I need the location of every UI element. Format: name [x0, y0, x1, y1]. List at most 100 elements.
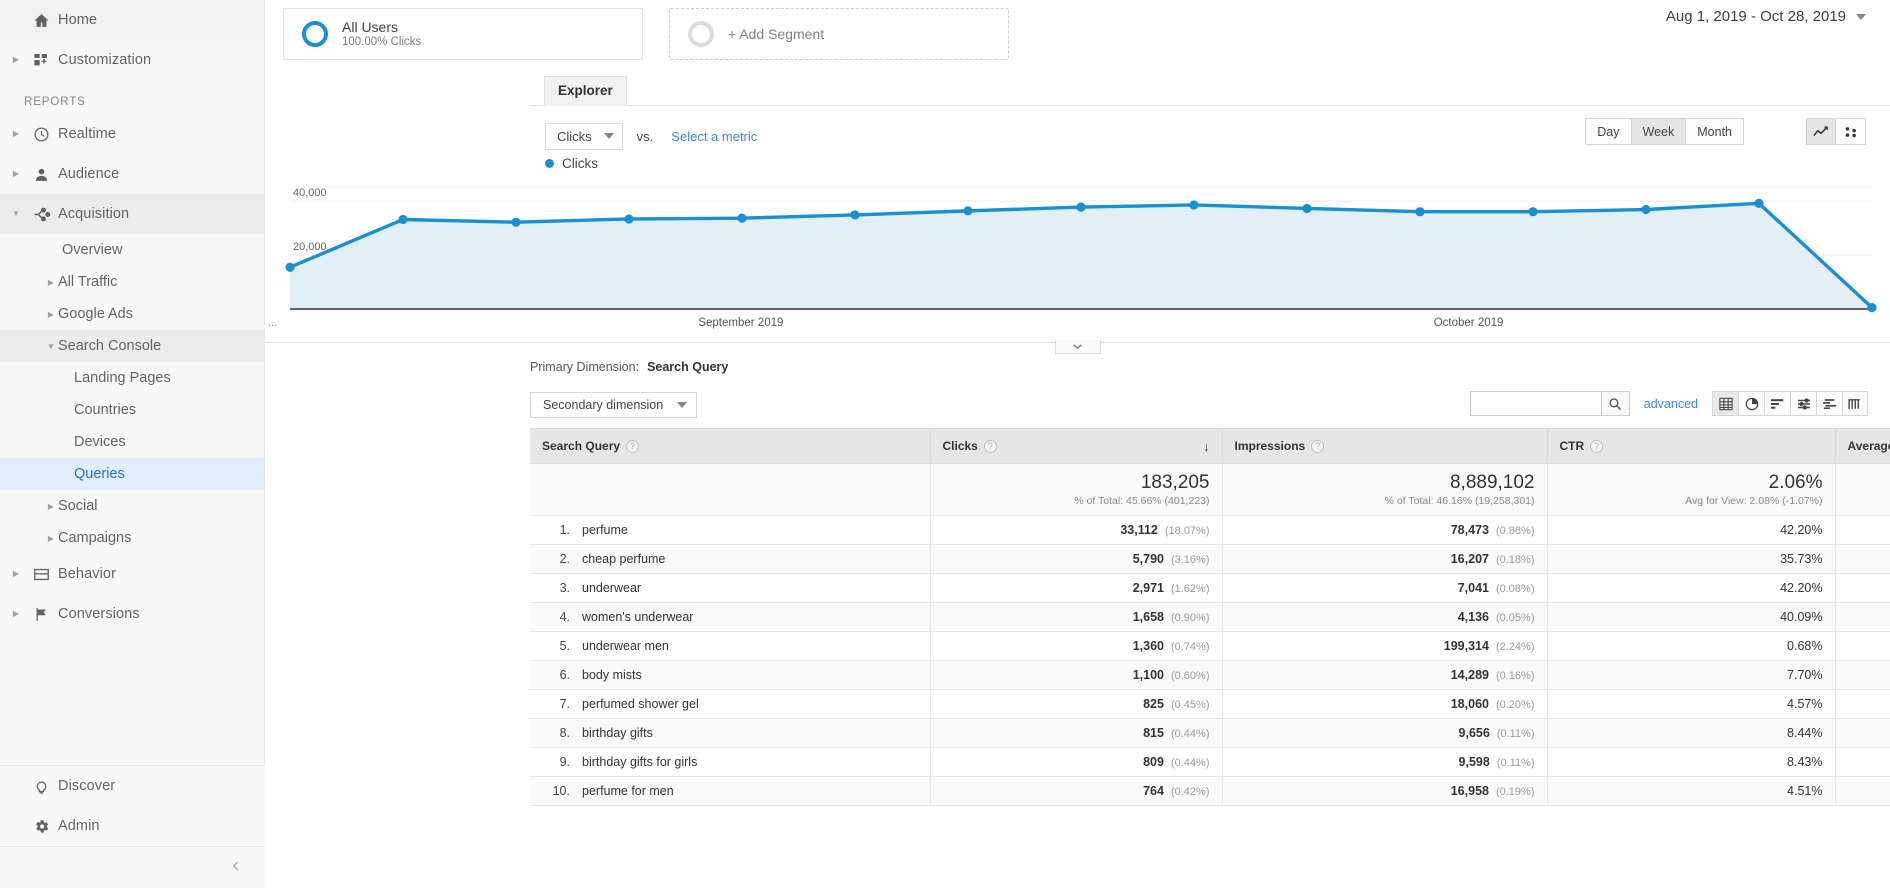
help-icon[interactable]: ?: [983, 439, 997, 453]
column-header-impressions[interactable]: Impressions ?: [1222, 428, 1548, 464]
query-link[interactable]: perfume: [582, 523, 628, 537]
sidebar-item-devices[interactable]: Devices: [0, 426, 264, 458]
tab-explorer[interactable]: Explorer: [544, 76, 627, 106]
sidebar-item-google-ads[interactable]: ▶ Google Ads: [0, 298, 264, 330]
sidebar-item-discover[interactable]: Discover: [0, 766, 265, 806]
table-row[interactable]: 9. birthday gifts for girls 809 (0.44%) 9,59…: [530, 747, 1890, 777]
table-row[interactable]: 5. underwear men 1,360 (0.74%) 199,314 (2.24%…: [530, 631, 1890, 661]
cell-ctr: 8.43%: [1547, 747, 1836, 777]
sidebar-item-acquisition[interactable]: ▼ Acquisition: [0, 194, 264, 234]
column-header-clicks[interactable]: Clicks ? ↓: [930, 428, 1223, 464]
sidebar-item-conversions[interactable]: ▶ Conversions: [0, 594, 264, 634]
chevron-right-icon: ▶: [12, 569, 20, 578]
value: 7,041: [1457, 581, 1489, 595]
sidebar-item-all-traffic[interactable]: ▶ All Traffic: [0, 266, 264, 298]
query-link[interactable]: perfumed shower gel: [582, 697, 699, 711]
pie-view-icon[interactable]: [1738, 391, 1764, 416]
column-header-search-query[interactable]: Search Query ?: [530, 428, 931, 464]
advanced-link[interactable]: advanced: [1644, 397, 1698, 411]
help-icon[interactable]: ?: [1311, 439, 1325, 453]
sidebar-item-countries[interactable]: Countries: [0, 394, 264, 426]
table-row[interactable]: 3. underwear 2,971 (1.62%) 7,041 (0.08%) 42.20…: [530, 573, 1890, 603]
query-link[interactable]: women's underwear: [582, 610, 693, 624]
table-row[interactable]: 10. perfume for men 764 (0.42%) 16,958 (0.19%…: [530, 776, 1890, 806]
granularity-day[interactable]: Day: [1585, 118, 1631, 145]
cell-impressions: 9,598 (0.11%): [1222, 747, 1548, 777]
table-row[interactable]: 6. body mists 1,100 (0.60%) 14,289 (0.16%) 7.7…: [530, 660, 1890, 690]
metric-select[interactable]: Clicks: [545, 122, 623, 150]
sidebar-collapse-button[interactable]: [0, 846, 265, 888]
sidebar-item-search-console[interactable]: ▼ Search Console: [0, 330, 264, 362]
cell-ctr: 35.73%: [1547, 544, 1836, 574]
sidebar-item-realtime[interactable]: ▶ Realtime: [0, 114, 264, 154]
line-chart-icon[interactable]: [1806, 118, 1836, 145]
sidebar-item-customization[interactable]: ▶ Customization: [0, 40, 264, 80]
table-row[interactable]: 8. birthday gifts 815 (0.44%) 9,656 (0.11%) 8.…: [530, 718, 1890, 748]
table-row[interactable]: 4. women's underwear 1,658 (0.90%) 4,136 (0.0…: [530, 602, 1890, 632]
sidebar-item-label: Acquisition: [58, 206, 130, 222]
summary-ctr-value: 2.06%: [1768, 471, 1823, 493]
search-icon[interactable]: [1600, 392, 1629, 415]
cell-average-position: 3.9: [1835, 776, 1890, 806]
pivot-view-icon[interactable]: [1842, 391, 1868, 416]
sidebar-item-overview[interactable]: Overview: [0, 234, 264, 266]
sidebar-item-admin[interactable]: Admin: [0, 806, 265, 846]
add-segment-button[interactable]: + Add Segment: [669, 8, 1009, 60]
table-row[interactable]: 1. perfume 33,112 (18.07%) 78,473 (0.88%) 42.2…: [530, 515, 1890, 545]
value-percent: (0.11%): [1496, 728, 1535, 740]
query-link[interactable]: perfume for men: [582, 784, 674, 798]
sidebar-item-label: Home: [58, 12, 98, 28]
cell-ctr: 0.68%: [1547, 631, 1836, 661]
chart-expand-handle[interactable]: [1054, 340, 1101, 354]
query-link[interactable]: cheap perfume: [582, 552, 665, 566]
cell-impressions: 4,136 (0.05%): [1222, 602, 1548, 632]
help-icon[interactable]: ?: [1590, 439, 1604, 453]
sidebar-item-campaigns[interactable]: ▶ Campaigns: [0, 522, 264, 554]
column-header-ctr[interactable]: CTR ?: [1547, 428, 1836, 464]
value: 4,136: [1457, 610, 1489, 624]
sidebar-item-queries[interactable]: Queries: [0, 458, 264, 490]
sidebar-item-social[interactable]: ▶ Social: [0, 490, 264, 522]
cell-search-query: 4. women's underwear: [530, 602, 931, 632]
table-row[interactable]: 2. cheap perfume 5,790 (3.16%) 16,207 (0.18%)…: [530, 544, 1890, 574]
cell-clicks: 1,658 (0.90%): [930, 602, 1223, 632]
date-range-picker[interactable]: Aug 1, 2019 - Oct 28, 2019: [1666, 8, 1866, 25]
row-index: 3.: [559, 581, 570, 595]
query-link[interactable]: birthday gifts: [582, 726, 653, 740]
sidebar-item-landing-pages[interactable]: Landing Pages: [0, 362, 264, 394]
clicks-area-chart[interactable]: 20,000 40,000 September 2019 October 2019..…: [265, 177, 1890, 354]
sidebar-item-home[interactable]: Home: [0, 0, 264, 40]
granularity-month[interactable]: Month: [1685, 118, 1744, 145]
performance-view-icon[interactable]: [1764, 391, 1790, 416]
secondary-dimension-button[interactable]: Secondary dimension: [530, 392, 698, 418]
gear-icon: [24, 818, 58, 835]
cell-clicks: 764 (0.42%): [930, 776, 1223, 806]
sidebar-item-behavior[interactable]: ▶ Behavior: [0, 554, 264, 594]
search-input[interactable]: [1470, 392, 1601, 415]
query-link[interactable]: birthday gifts for girls: [582, 755, 697, 769]
term-cloud-icon[interactable]: [1816, 391, 1842, 416]
value: 78,473: [1450, 523, 1489, 537]
query-link[interactable]: underwear: [582, 581, 641, 595]
granularity-week[interactable]: Week: [1630, 118, 1686, 145]
sidebar-item-label: Discover: [58, 778, 116, 794]
comparison-view-icon[interactable]: [1790, 391, 1816, 416]
query-link[interactable]: body mists: [582, 668, 642, 682]
cell-ctr: 7.70%: [1547, 660, 1836, 690]
segment-all-users[interactable]: All Users 100.00% Clicks: [283, 8, 643, 60]
column-header-average-position[interactable]: Average Position ?: [1835, 428, 1890, 464]
table-row[interactable]: 7. perfumed shower gel 825 (0.45%) 18,060 (0.…: [530, 689, 1890, 719]
primary-dimension-value[interactable]: Search Query: [647, 360, 728, 374]
y-axis-tick-label: 20,000: [293, 241, 327, 253]
query-link[interactable]: underwear men: [582, 639, 669, 653]
cell-impressions: 78,473 (0.88%): [1222, 515, 1548, 545]
value-percent: (3.16%): [1170, 554, 1210, 566]
help-icon[interactable]: ?: [626, 439, 640, 453]
scatter-chart-icon[interactable]: [1836, 118, 1866, 145]
x-axis-label: October 2019: [1434, 317, 1504, 329]
table-controls: Secondary dimension advanced: [265, 382, 1890, 428]
select-metric-link[interactable]: Select a metric: [671, 129, 757, 144]
table-view-icon[interactable]: [1712, 391, 1738, 416]
column-label: Impressions: [1234, 439, 1306, 453]
sidebar-item-audience[interactable]: ▶ Audience: [0, 154, 264, 194]
